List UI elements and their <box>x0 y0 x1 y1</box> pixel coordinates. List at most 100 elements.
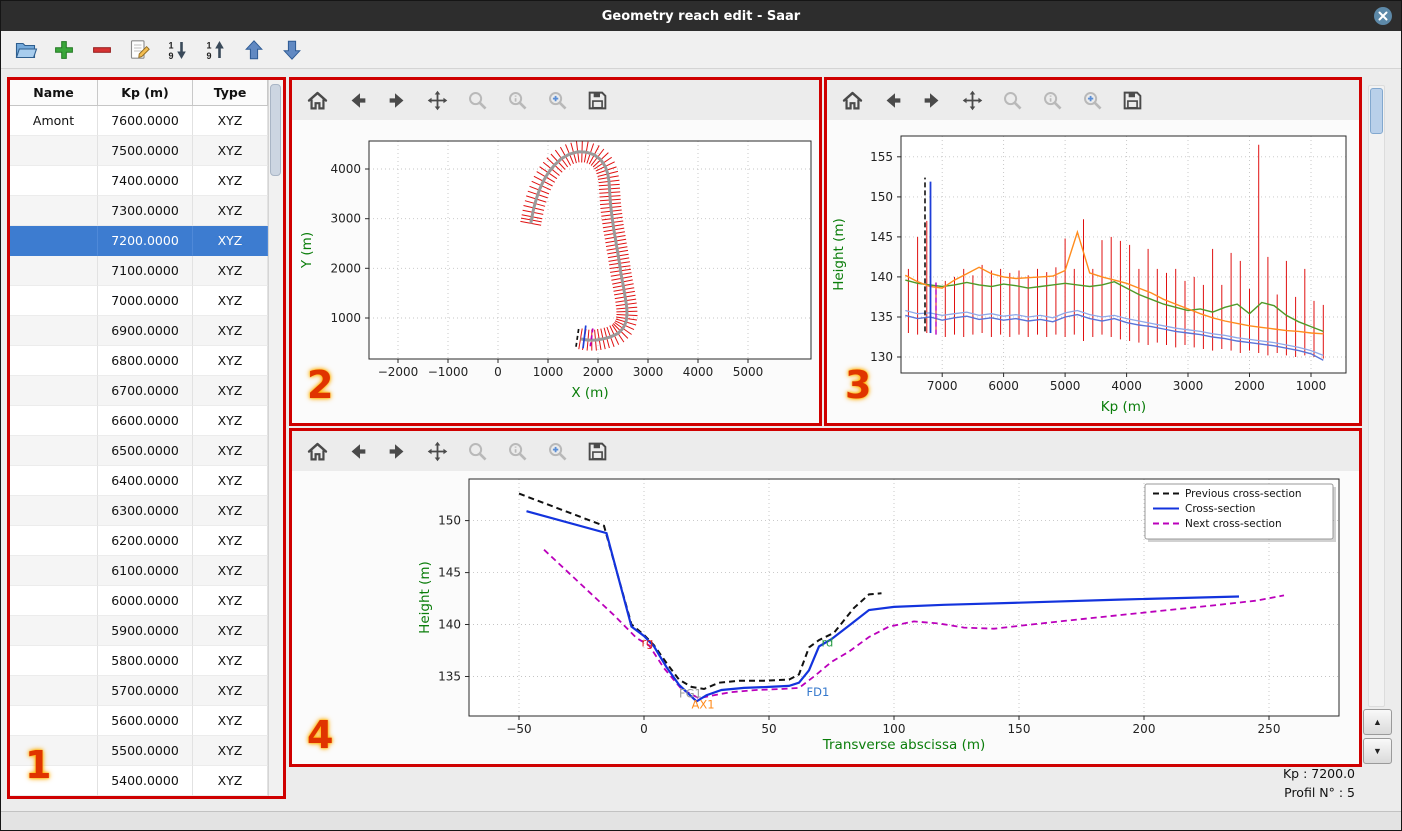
table-cell <box>10 736 98 766</box>
profile-down-button[interactable]: ▼ <box>1363 738 1392 764</box>
forward-button[interactable] <box>917 86 947 114</box>
table-cell: 7300.0000 <box>98 196 193 226</box>
table-cell: 6700.0000 <box>98 376 193 406</box>
svg-text:rg: rg <box>642 635 654 649</box>
table-row[interactable]: 7200.0000 XYZ <box>10 226 268 256</box>
table-row[interactable]: 6100.0000 XYZ <box>10 556 268 586</box>
table-cell <box>10 376 98 406</box>
titlebar[interactable]: Geometry reach edit - Saar <box>1 1 1401 31</box>
table-header: Name Kp (m) Type <box>10 80 268 106</box>
back-button[interactable] <box>342 437 372 465</box>
table-row[interactable]: 6400.0000 XYZ <box>10 466 268 496</box>
open-file-button[interactable] <box>13 36 40 63</box>
table-scrollbar-thumb[interactable] <box>270 84 281 176</box>
table-row[interactable]: 7000.0000 XYZ <box>10 286 268 316</box>
table-row[interactable]: 6300.0000 XYZ <box>10 496 268 526</box>
zoom-plus-button[interactable] <box>542 86 572 114</box>
svg-text:X (m): X (m) <box>571 385 608 401</box>
save-button[interactable] <box>582 437 612 465</box>
edit-icon <box>130 39 150 59</box>
status-area: Kp : 7200.0 Profil N° : 5 <box>1283 764 1355 803</box>
svg-text:Y (m): Y (m) <box>299 232 315 269</box>
zoom-select-button[interactable] <box>502 437 532 465</box>
longitudinal-profile-canvas[interactable]: 7000 6000 5000 4000 3000 2000 1000 130 135 140 145… <box>827 120 1359 423</box>
save-button[interactable] <box>1117 86 1147 114</box>
table-row[interactable]: 6900.0000 XYZ <box>10 316 268 346</box>
bottom-bar <box>1 811 1401 830</box>
table-row[interactable]: 5600.0000 XYZ <box>10 706 268 736</box>
svg-text:155: 155 <box>870 150 893 164</box>
table-cell: XYZ <box>193 376 268 406</box>
forward-button[interactable] <box>382 86 412 114</box>
table-row[interactable]: 7400.0000 XYZ <box>10 166 268 196</box>
zoom-select-button[interactable] <box>502 86 532 114</box>
table-row[interactable]: 5800.0000 XYZ <box>10 646 268 676</box>
home-button[interactable] <box>302 86 332 114</box>
svg-text:6000: 6000 <box>988 379 1019 393</box>
move-down-button[interactable] <box>279 36 306 63</box>
table-cell: XYZ <box>193 496 268 526</box>
home-icon <box>842 91 862 109</box>
svg-text:FG1: FG1 <box>679 686 702 700</box>
table-cell: XYZ <box>193 676 268 706</box>
pan-button[interactable] <box>957 86 987 114</box>
zoom-plus-icon <box>1083 91 1101 109</box>
table-cell: XYZ <box>193 526 268 556</box>
home-button[interactable] <box>302 437 332 465</box>
move-up-button[interactable] <box>241 36 268 63</box>
save-button[interactable] <box>582 86 612 114</box>
table-row[interactable]: 6600.0000 XYZ <box>10 406 268 436</box>
cross-section-canvas[interactable]: rg rdAX1FG1 FD1−50 0 50 100 150 200 250135140145… <box>292 471 1359 764</box>
forward-button[interactable] <box>382 437 412 465</box>
back-button[interactable] <box>877 86 907 114</box>
pan-button[interactable] <box>422 437 452 465</box>
table-row[interactable]: 6800.0000 XYZ <box>10 346 268 376</box>
zoom-select-button[interactable] <box>1037 86 1067 114</box>
zoom-plus-button[interactable] <box>1077 86 1107 114</box>
sort-ascending-button[interactable]: 19 <box>165 36 192 63</box>
svg-text:50: 50 <box>761 722 776 736</box>
table-row[interactable]: 6700.0000 XYZ <box>10 376 268 406</box>
edit-profile-button[interactable] <box>127 36 154 63</box>
main-scrollbar[interactable] <box>1368 85 1385 707</box>
table-cell: 6200.0000 <box>98 526 193 556</box>
forward-icon <box>389 92 403 108</box>
table-scrollbar[interactable] <box>268 80 283 796</box>
table-cell: Amont <box>10 106 98 136</box>
table-cell <box>10 316 98 346</box>
add-profile-button[interactable] <box>51 36 78 63</box>
svg-text:9: 9 <box>207 51 212 61</box>
plan-view-panel: −2000 −1000 0 1000 2000 3000 4000 5000 1000 2000 3… <box>289 77 822 426</box>
profile-up-button[interactable]: ▲ <box>1363 709 1392 735</box>
svg-text:150: 150 <box>1008 722 1031 736</box>
table-row[interactable]: 7300.0000 XYZ <box>10 196 268 226</box>
table-row[interactable]: 7100.0000 XYZ <box>10 256 268 286</box>
zoom-icon <box>468 442 486 460</box>
table-row[interactable]: Amont 7600.0000 XYZ <box>10 106 268 136</box>
svg-text:0: 0 <box>640 722 648 736</box>
table-row[interactable]: 6200.0000 XYZ <box>10 526 268 556</box>
zoom-plus-button[interactable] <box>542 437 572 465</box>
zoom-button[interactable] <box>462 437 492 465</box>
svg-text:1000: 1000 <box>330 311 361 325</box>
table-row[interactable]: 7500.0000 XYZ <box>10 136 268 166</box>
table-cell: XYZ <box>193 196 268 226</box>
remove-profile-button[interactable] <box>89 36 116 63</box>
save-icon <box>588 91 606 109</box>
main-scrollbar-thumb[interactable] <box>1370 88 1383 134</box>
close-button[interactable] <box>1373 6 1393 26</box>
table-row[interactable]: 5900.0000 XYZ <box>10 616 268 646</box>
home-button[interactable] <box>837 86 867 114</box>
sort-descending-button[interactable]: 19 <box>203 36 230 63</box>
zoom-button[interactable] <box>997 86 1027 114</box>
column-header-type: Type <box>193 80 268 105</box>
table-row[interactable]: 5700.0000 XYZ <box>10 676 268 706</box>
svg-text:1000: 1000 <box>1296 379 1327 393</box>
pan-button[interactable] <box>422 86 452 114</box>
table-row[interactable]: 6500.0000 XYZ <box>10 436 268 466</box>
zoom-button[interactable] <box>462 86 492 114</box>
back-button[interactable] <box>342 86 372 114</box>
plan-view-canvas[interactable]: −2000 −1000 0 1000 2000 3000 4000 5000 1000 2000 3… <box>292 120 819 423</box>
back-icon <box>351 92 365 108</box>
table-row[interactable]: 6000.0000 XYZ <box>10 586 268 616</box>
